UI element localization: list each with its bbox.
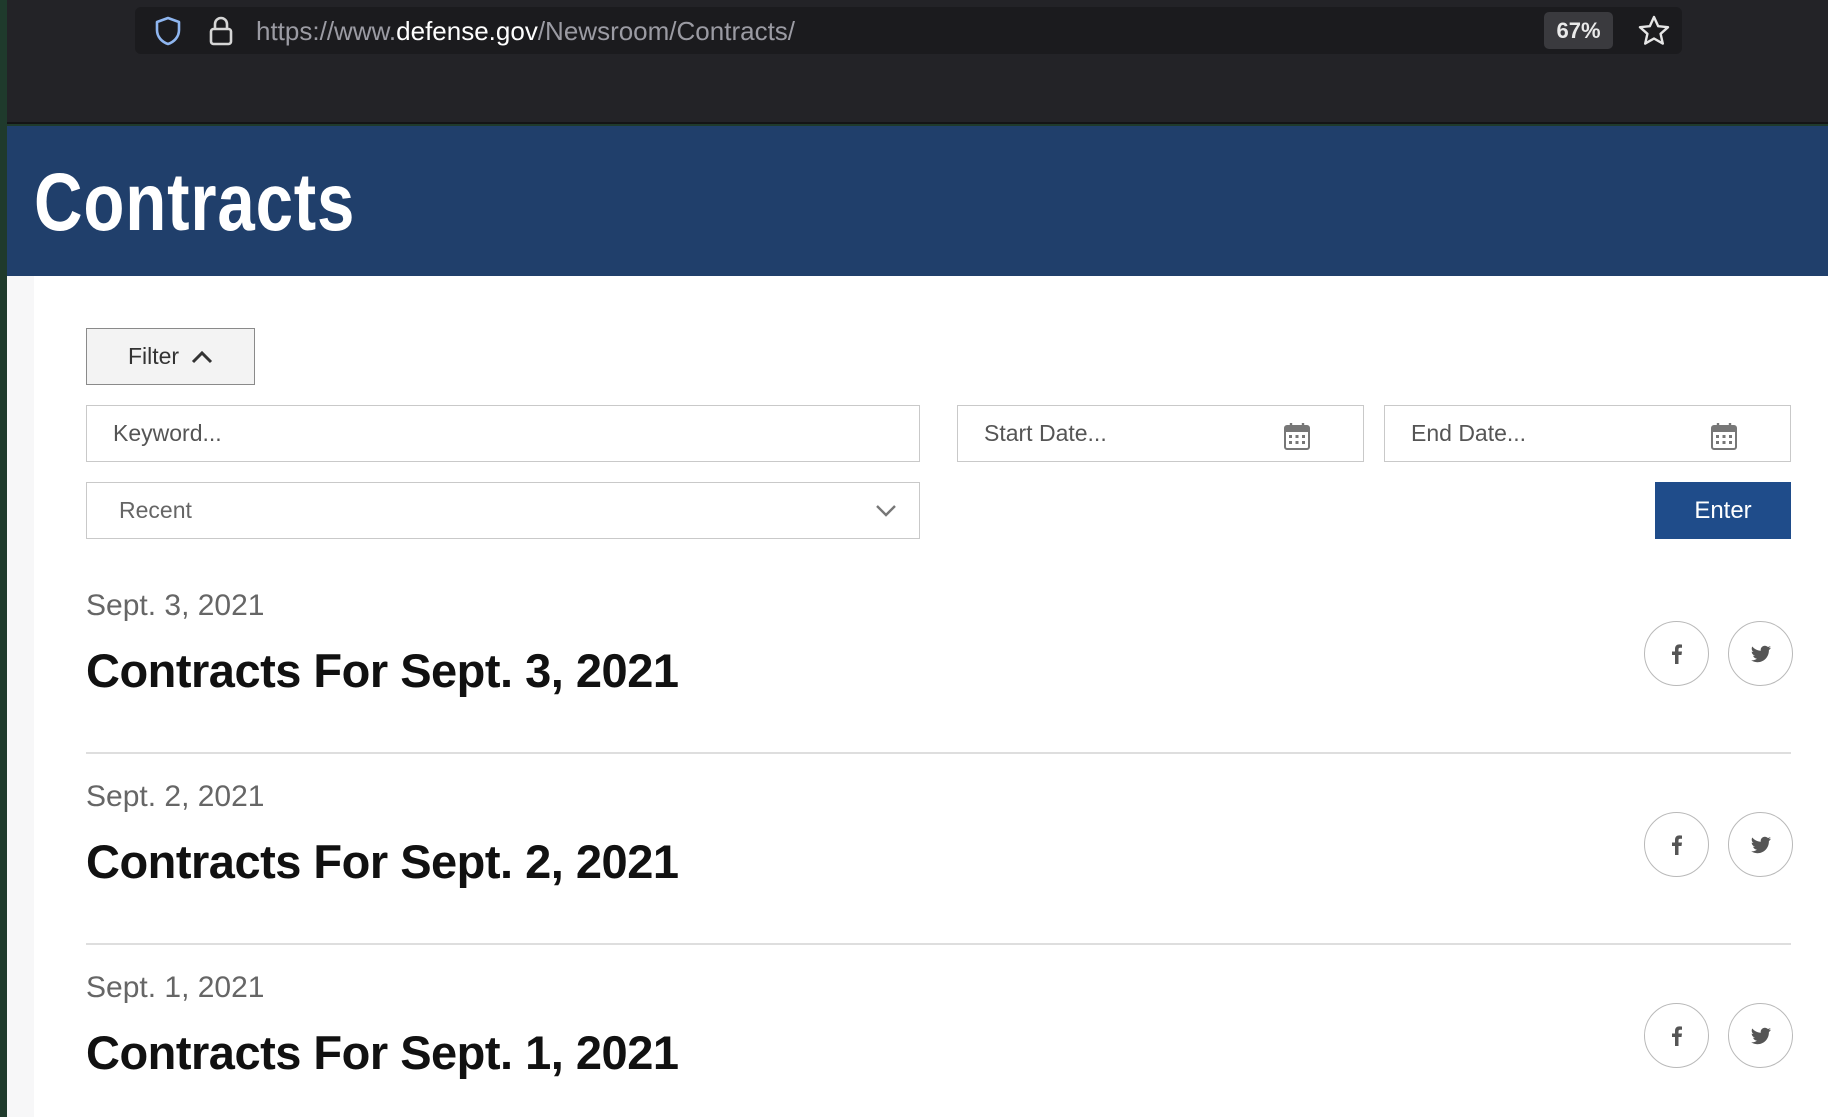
zoom-level-badge[interactable]: 67% [1544, 12, 1613, 49]
star-icon[interactable] [1636, 13, 1672, 49]
filter-toggle-button[interactable]: Filter [86, 328, 255, 385]
list-item: Sept. 3, 2021 Contracts For Sept. 3, 202… [86, 563, 1793, 754]
facebook-icon [1671, 834, 1682, 855]
url-path: /Newsroom/Contracts/ [537, 16, 796, 46]
shield-icon[interactable] [152, 15, 184, 47]
filter-toggle-label: Filter [127, 343, 180, 369]
end-date-field[interactable] [1384, 405, 1791, 462]
main-content: Filter Keyword... Start Date... End Date… [34, 276, 1828, 1117]
keyword-input[interactable] [113, 420, 919, 447]
web-page: Contracts Filter Keyword... Start Date..… [7, 126, 1828, 1117]
facebook-icon [1671, 1025, 1682, 1046]
facebook-share-button[interactable] [1644, 812, 1709, 877]
hero-banner: Contracts [7, 126, 1828, 276]
enter-button[interactable]: Enter [1655, 482, 1791, 539]
calendar-icon[interactable] [1710, 421, 1738, 451]
lock-icon[interactable] [207, 15, 235, 47]
item-title-link[interactable]: Contracts For Sept. 1, 2021 [86, 1025, 679, 1080]
facebook-share-button[interactable] [1644, 621, 1709, 686]
facebook-icon [1671, 643, 1682, 664]
list-item: Sept. 1, 2021 Contracts For Sept. 1, 202… [86, 945, 1793, 1117]
sort-select[interactable]: Recent [86, 482, 920, 539]
url-prefix: https://www. [256, 16, 397, 46]
twitter-icon [1750, 645, 1771, 662]
twitter-icon [1750, 1027, 1771, 1044]
twitter-share-button[interactable] [1728, 812, 1793, 877]
item-title-link[interactable]: Contracts For Sept. 3, 2021 [86, 643, 679, 698]
address-bar[interactable]: https://www.defense.gov/Newsroom/Contrac… [135, 7, 1682, 54]
page-title: Contracts [34, 157, 356, 248]
facebook-share-button[interactable] [1644, 1003, 1709, 1068]
start-date-field[interactable] [957, 405, 1364, 462]
browser-toolbar: https://www.defense.gov/Newsroom/Contrac… [7, 0, 1828, 124]
item-title-link[interactable]: Contracts For Sept. 2, 2021 [86, 834, 679, 889]
item-date: Sept. 3, 2021 [86, 589, 265, 622]
url-host: defense.gov [396, 16, 538, 46]
sort-selected-value: Recent [119, 497, 192, 523]
chevron-down-icon [876, 505, 896, 517]
list-item: Sept. 2, 2021 Contracts For Sept. 2, 202… [86, 754, 1793, 945]
item-date: Sept. 2, 2021 [86, 780, 265, 813]
url-text[interactable]: https://www.defense.gov/Newsroom/Contrac… [256, 17, 795, 45]
item-date: Sept. 1, 2021 [86, 971, 265, 1004]
twitter-icon [1750, 836, 1771, 853]
twitter-share-button[interactable] [1728, 621, 1793, 686]
twitter-share-button[interactable] [1728, 1003, 1793, 1068]
calendar-icon[interactable] [1283, 421, 1311, 451]
keyword-field[interactable] [86, 405, 920, 462]
chevron-up-icon [192, 350, 213, 363]
